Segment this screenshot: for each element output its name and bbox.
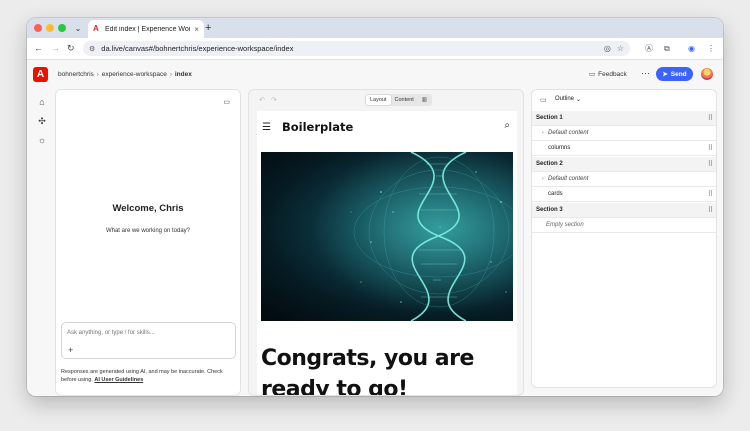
back-icon[interactable]: ← (34, 43, 43, 54)
adobe-logo-icon[interactable]: A (33, 67, 48, 82)
ai-guidelines-link[interactable]: AI User Guidelines (94, 377, 143, 383)
row-label: Default content (548, 176, 589, 182)
drag-handle-icon[interactable]: ⠿ (708, 190, 713, 198)
home-icon[interactable]: ⌂ (36, 97, 48, 107)
drag-handle-icon[interactable]: ⠿ (708, 206, 713, 214)
chevron-right-icon[interactable]: › (542, 130, 544, 136)
tab-strip: ⌄ A Edit index | Experience Worksp × + (27, 18, 723, 38)
site-title: Boilerplate (282, 120, 354, 134)
page-preview: ☰ Boilerplate ⌕ Congrats, you are ready … (257, 111, 517, 395)
canvas-toolbar: ↶ ↷ Layout Content ▥ (249, 90, 523, 108)
search-icon[interactable]: ⌕ (504, 120, 510, 131)
panel-toggle-icon[interactable]: ▭ (540, 96, 547, 104)
blocks-icon[interactable]: ✣ (36, 116, 48, 127)
page-headline[interactable]: Congrats, you are ready to go! (261, 343, 517, 395)
tab-close-icon[interactable]: × (194, 25, 199, 34)
browser-tab[interactable]: A Edit index | Experience Worksp × (88, 20, 204, 38)
extensions-puzzle-icon[interactable]: ⧉ (664, 43, 670, 54)
section-label: Section 2 (536, 161, 563, 167)
welcome-subtitle: What are we working on today? (105, 228, 191, 234)
add-attachment-button[interactable]: + (68, 345, 73, 355)
prompt-input[interactable]: Ask anything, or type / for skills... + (61, 322, 236, 359)
breadcrumb: bohnertchris › experience-workspace › in… (58, 71, 192, 78)
adobe-favicon-icon: A (93, 24, 99, 33)
row-label: columns (548, 145, 571, 151)
hero-image[interactable] (261, 152, 513, 321)
profile-icon[interactable]: ◉ (688, 43, 695, 54)
welcome-heading: Welcome, Chris (112, 203, 184, 214)
ai-disclaimer: Responses are generated using AI, and ma… (61, 368, 237, 384)
site-info-icon[interactable]: ⚙ (89, 45, 95, 53)
maximize-window-button[interactable] (58, 24, 66, 32)
dna-helix-illustration (261, 152, 513, 321)
redo-icon[interactable]: ↷ (271, 96, 277, 104)
outline-section-row[interactable]: Section 2 ⠿ (532, 157, 716, 172)
drag-handle-icon[interactable]: ⠿ (708, 160, 713, 168)
close-window-button[interactable] (34, 24, 42, 32)
breadcrumb-org[interactable]: bohnertchris (58, 71, 94, 78)
feedback-label: Feedback (598, 70, 627, 78)
tab-title: Edit index | Experience Worksp (105, 25, 191, 33)
outline-header: ▭ Outline ⌄ (532, 90, 716, 110)
forward-icon[interactable]: → (51, 43, 60, 54)
chrome-menu-icon[interactable]: ⋮ (707, 43, 715, 54)
url-text: da.live/canvas#/bohnertchris/experience-… (101, 44, 294, 53)
bookmark-star-icon[interactable]: ☆ (617, 44, 624, 53)
lightbulb-icon[interactable]: ☼ (36, 135, 48, 145)
chevron-right-icon: › (96, 71, 99, 78)
feedback-button[interactable]: ▭ Feedback (589, 70, 627, 79)
send-icon: ➤ (662, 71, 668, 78)
browser-toolbar: ← → ↻ ⚙ da.live/canvas#/bohnertchris/exp… (27, 38, 723, 59)
prompt-placeholder: Ask anything, or type / for skills... (67, 330, 155, 336)
section-label: Section 1 (536, 115, 563, 121)
adobe-extension-icon[interactable]: Ⓐ (645, 43, 653, 54)
row-label: Default content (548, 130, 589, 136)
row-label: Empty section (546, 222, 584, 228)
send-label: Send (670, 70, 687, 78)
view-switcher: Layout Content ▥ (365, 94, 432, 106)
feedback-icon: ▭ (589, 71, 596, 78)
row-label: cards (548, 191, 563, 197)
hamburger-menu-icon[interactable]: ☰ (262, 122, 271, 133)
outline-content-row[interactable]: › Default content (532, 126, 716, 141)
new-tab-button[interactable]: + (205, 22, 211, 34)
split-view-icon[interactable]: ▥ (418, 95, 431, 105)
tab-search-button[interactable]: ⌄ (71, 21, 85, 35)
outline-content-row[interactable]: › Default content (532, 172, 716, 187)
outline-section-row[interactable]: Section 3 ⠿ (532, 203, 716, 218)
outline-block-row[interactable]: columns ⠿ (532, 141, 716, 156)
outline-dropdown[interactable]: Outline ⌄ (555, 96, 581, 103)
document-canvas: ↶ ↷ Layout Content ▥ ☰ Boilerplate ⌕ Con… (248, 89, 524, 396)
address-bar[interactable]: ⚙ da.live/canvas#/bohnertchris/experienc… (83, 41, 630, 56)
breadcrumb-site[interactable]: experience-workspace (102, 71, 167, 78)
panel-toggle-icon[interactable]: ▭ (223, 98, 230, 106)
browser-window: ⌄ A Edit index | Experience Worksp × + ←… (27, 18, 723, 396)
chevron-right-icon: › (169, 71, 172, 78)
tab-layout[interactable]: Layout (366, 95, 391, 105)
outline-empty-row[interactable]: Empty section (532, 218, 716, 233)
undo-icon[interactable]: ↶ (259, 96, 265, 104)
user-avatar[interactable] (701, 68, 713, 80)
drag-handle-icon[interactable]: ⠿ (708, 144, 713, 152)
reload-icon[interactable]: ↻ (67, 43, 75, 54)
breadcrumb-page: index (174, 71, 192, 78)
send-button[interactable]: ➤ Send (656, 67, 693, 81)
outline-block-row[interactable]: cards ⠿ (532, 187, 716, 202)
assistant-panel: ▭ Welcome, Chris What are we working on … (55, 89, 241, 396)
more-options-button[interactable]: ··· (641, 68, 650, 78)
outline-section-row[interactable]: Section 1 ⠿ (532, 111, 716, 126)
eye-off-icon[interactable]: ◎ (604, 44, 611, 53)
chevron-down-icon: ⌄ (576, 97, 582, 103)
outline-panel: ▭ Outline ⌄ Section 1 ⠿ › Default conten… (531, 89, 717, 388)
tab-content[interactable]: Content (391, 95, 418, 105)
minimize-window-button[interactable] (46, 24, 54, 32)
app-header: A bohnertchris › experience-workspace › … (27, 59, 723, 88)
section-label: Section 3 (536, 207, 563, 213)
drag-handle-icon[interactable]: ⠿ (708, 114, 713, 122)
chevron-right-icon[interactable]: › (542, 176, 544, 182)
outline-label: Outline (555, 96, 575, 102)
app-body: ⌂ ✣ ☼ ▭ Welcome, Chris What are we worki… (27, 88, 723, 396)
